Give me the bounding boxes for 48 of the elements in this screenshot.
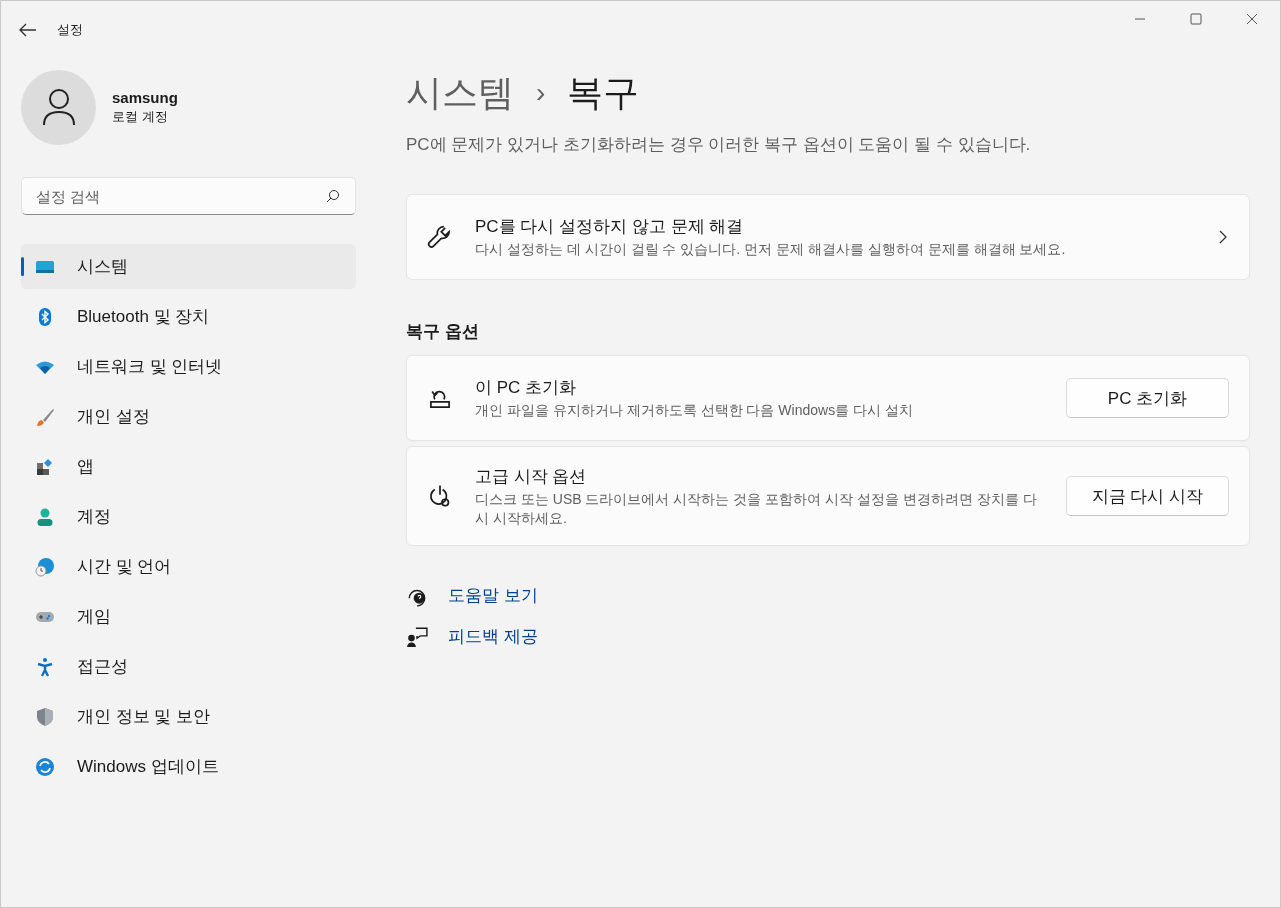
card-description: 디스크 또는 USB 드라이브에서 시작하는 것을 포함하여 시작 설정을 변경하려면 장치를 다시 시작하세요. xyxy=(475,489,1038,528)
back-arrow-icon[interactable] xyxy=(19,23,37,37)
accessibility-icon xyxy=(35,656,55,677)
settings-card[interactable]: 이 PC 초기화 개인 파일을 유지하거나 제거하도록 선택한 다음 Windows를 다시 설치 PC 초기화 xyxy=(406,355,1250,441)
nav-item[interactable]: Windows 업데이트 xyxy=(21,744,356,789)
feedback-icon xyxy=(406,625,428,648)
settings-card[interactable]: 고급 시작 옵션 디스크 또는 USB 드라이브에서 시작하는 것을 포함하여 시작 설정을 변경하려면 장치를 다시 시작하세요. 지금 다시 시작 xyxy=(406,446,1250,546)
apps-icon xyxy=(35,456,55,477)
breadcrumb-separator: › xyxy=(536,77,546,109)
nav-item[interactable]: 개인 설정 xyxy=(21,394,356,439)
brush-icon xyxy=(35,406,55,427)
nav-item[interactable]: 접근성 xyxy=(21,644,356,689)
wrench-icon xyxy=(427,224,453,250)
page-description: PC에 문제가 있거나 초기화하려는 경우 이러한 복구 옵션이 도움이 될 수 있습니다. xyxy=(406,134,1032,156)
section-title: 복구 옵션 xyxy=(406,321,480,343)
action-button[interactable]: PC 초기화 xyxy=(1066,378,1229,418)
selection-indicator xyxy=(21,257,24,276)
help-link[interactable]: 피드백 제공 xyxy=(448,625,538,648)
nav-item[interactable]: Bluetooth 및 장치 xyxy=(21,294,356,339)
card-title: 이 PC 초기화 xyxy=(475,377,578,399)
card-title: 고급 시작 옵션 xyxy=(475,465,588,488)
settings-card[interactable]: PC를 다시 설정하지 않고 문제 해결 다시 설정하는 데 시간이 걸릴 수 있습니다. 먼저 문제 해결사를 실행하여 문제를 해결해 보세요. xyxy=(406,194,1250,280)
nav-item[interactable]: 게임 xyxy=(21,594,356,639)
shield-icon xyxy=(35,706,55,727)
card-title: PC를 다시 설정하지 않고 문제 해결 xyxy=(475,216,745,238)
user-name: samsung xyxy=(112,88,178,106)
nav-item[interactable]: 네트워크 및 인터넷 xyxy=(21,344,356,389)
account-type: 로컬 계정 xyxy=(112,107,169,126)
refresh-icon xyxy=(35,756,55,777)
action-button[interactable]: 지금 다시 시작 xyxy=(1066,476,1229,516)
globe-clock-icon xyxy=(35,556,55,577)
search-icon xyxy=(326,189,340,203)
nav-item[interactable]: 앱 xyxy=(21,444,356,489)
nav-item[interactable]: 개인 정보 및 보안 xyxy=(21,694,356,739)
window-title: 설정 xyxy=(57,21,83,39)
close-icon[interactable] xyxy=(1246,13,1258,25)
nav-item[interactable]: 계정 xyxy=(21,494,356,539)
help-link[interactable]: 도움말 보기 xyxy=(448,584,538,607)
breadcrumb-parent[interactable]: 시스템 xyxy=(406,68,514,118)
page-title: 복구 xyxy=(567,70,640,115)
card-description: 개인 파일을 유지하거나 제거하도록 선택한 다음 Windows를 다시 설치 xyxy=(475,401,914,420)
nav-item[interactable]: 시스템 xyxy=(21,244,356,289)
maximize-icon[interactable] xyxy=(1190,13,1202,25)
person-icon xyxy=(35,506,55,527)
chevron-right-icon xyxy=(1217,230,1229,244)
nav-item[interactable]: 시간 및 언어 xyxy=(21,544,356,589)
search-field[interactable]: 설정 검색 xyxy=(21,177,356,215)
card-description: 다시 설정하는 데 시간이 걸릴 수 있습니다. 먼저 문제 해결사를 실행하여 문제를 해결해 보세요. xyxy=(475,240,1067,259)
